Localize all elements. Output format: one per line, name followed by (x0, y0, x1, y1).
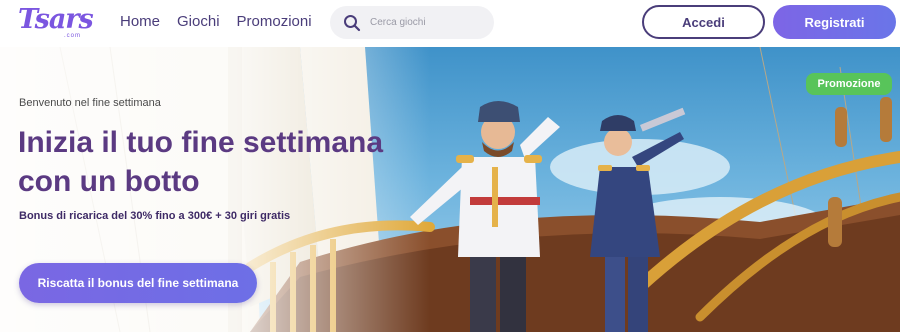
claim-bonus-button[interactable]: Riscatta il bonus del fine settimana (19, 263, 257, 303)
logo-wordmark: Tsars (18, 4, 94, 35)
search-input[interactable] (370, 6, 488, 39)
nav-promozioni[interactable]: Promozioni (237, 13, 312, 30)
promotion-badge: Promozione (806, 73, 892, 95)
login-button[interactable]: Accedi (642, 5, 765, 39)
register-button[interactable]: Registrati (773, 5, 896, 39)
hero-bonus-text: Bonus di ricarica del 30% fino a 300€ + … (19, 210, 291, 222)
main-nav: Home Giochi Promozioni (120, 13, 312, 30)
site-header: Tsars .com Home Giochi Promozioni Accedi… (0, 0, 900, 47)
nav-home[interactable]: Home (120, 13, 160, 30)
search-box[interactable] (330, 6, 494, 39)
nav-giochi[interactable]: Giochi (177, 13, 220, 30)
logo-domain: .com (64, 33, 82, 39)
hero-banner: Benvenuto nel fine settimana Inizia il t… (0, 47, 900, 332)
hero-eyebrow: Benvenuto nel fine settimana (19, 97, 161, 109)
search-icon[interactable] (343, 14, 361, 32)
hero-headline: Inizia il tuo fine settimana con un bott… (18, 126, 384, 198)
tsars-logo[interactable]: Tsars .com (18, 4, 98, 44)
